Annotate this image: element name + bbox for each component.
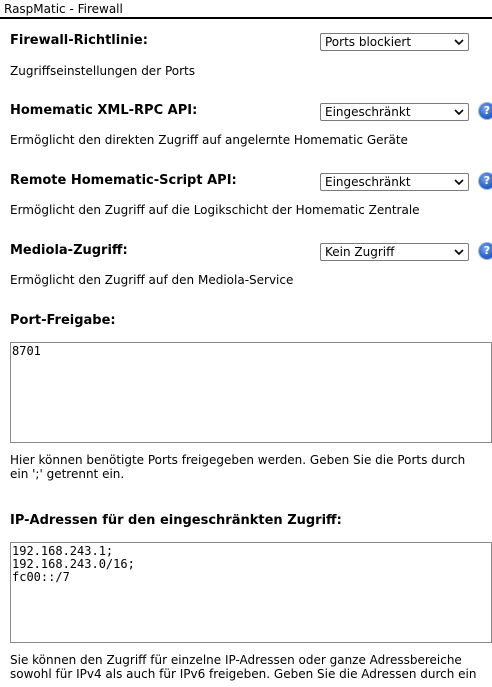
script-api-value: Eingeschränkt	[325, 175, 411, 189]
chevron-down-icon	[454, 39, 464, 46]
chevron-down-icon	[454, 109, 464, 116]
firewall-policy-value: Ports blockiert	[325, 35, 412, 49]
mediola-select[interactable]: Kein Zugriff	[320, 243, 469, 261]
chevron-down-icon	[454, 249, 464, 256]
ip-restricted-label: IP-Adressen für den eingeschränkten Zugr…	[10, 513, 342, 528]
script-api-select[interactable]: Eingeschränkt	[320, 173, 469, 191]
script-api-description: Ermöglicht den Zugriff auf die Logikschi…	[10, 203, 420, 217]
chevron-down-icon	[454, 179, 464, 186]
help-icon[interactable]: ?	[479, 103, 492, 119]
ip-restricted-textarea[interactable]: 192.168.243.1; 192.168.243.0/16; fc00::/…	[10, 542, 492, 643]
xmlrpc-select[interactable]: Eingeschränkt	[320, 103, 469, 121]
firewall-policy-label: Firewall-Richtlinie:	[10, 33, 148, 48]
mediola-label: Mediola-Zugriff:	[10, 243, 128, 258]
xmlrpc-label: Homematic XML-RPC API:	[10, 103, 198, 118]
help-icon[interactable]: ?	[479, 173, 492, 189]
mediola-description: Ermöglicht den Zugriff auf den Mediola-S…	[10, 273, 294, 287]
xmlrpc-description: Ermöglicht den direkten Zugriff auf ange…	[10, 133, 408, 147]
script-api-label: Remote Homematic-Script API:	[10, 173, 237, 188]
help-icon[interactable]: ?	[479, 243, 492, 259]
firewall-policy-select[interactable]: Ports blockiert	[320, 33, 469, 51]
window-titlebar: RaspMatic - Firewall	[0, 0, 492, 19]
firewall-policy-description: Zugriffseinstellungen der Ports	[10, 64, 195, 78]
port-release-textarea[interactable]: 8701	[10, 342, 492, 443]
ip-restricted-description: Sie können den Zugriff für einzelne IP-A…	[10, 653, 477, 681]
mediola-value: Kein Zugriff	[325, 245, 395, 259]
window-title: RaspMatic - Firewall	[4, 2, 123, 16]
xmlrpc-value: Eingeschränkt	[325, 105, 411, 119]
port-release-label: Port-Freigabe:	[10, 313, 116, 328]
port-release-description: Hier können benötigte Ports freigegeben …	[10, 453, 466, 481]
